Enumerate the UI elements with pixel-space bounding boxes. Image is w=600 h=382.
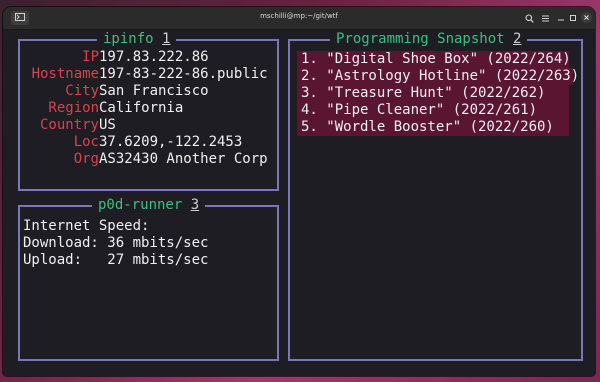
runner-number: 3: [190, 197, 200, 213]
ipinfo-value: 197.83.222.86: [99, 49, 209, 65]
ipinfo-key: Country: [39, 117, 99, 133]
ipinfo-panel: ipinfo 1 IP 197.83.222.86 Hostname 197-83-2…: [18, 31, 279, 191]
snapshot-title: Programming Snapshot: [336, 31, 505, 47]
minimize-button[interactable]: [555, 12, 567, 24]
ipinfo-key: Loc: [73, 134, 99, 150]
close-icon: [584, 15, 589, 20]
search-icon: [524, 13, 534, 23]
ipinfo-key: City: [65, 83, 99, 99]
menu-button[interactable]: [539, 12, 551, 24]
ipinfo-value: 197-83-222-86.public: [99, 66, 268, 82]
snapshot-list: 1. "Digital Shoe Box" (2022/264) 2. "Ast…: [297, 51, 579, 136]
list-item[interactable]: 4. "Pipe Cleaner" (2022/261): [297, 102, 569, 119]
runner-line: Internet Speed:: [23, 218, 150, 234]
hamburger-icon: [541, 15, 549, 21]
list-item[interactable]: 3. "Treasure Hunt" (2022/262): [297, 85, 569, 102]
ipinfo-value: San Francisco: [99, 83, 209, 99]
ipinfo-value: US: [99, 117, 116, 133]
ipinfo-value: California: [99, 100, 184, 116]
snapshot-number: 2: [513, 31, 522, 47]
minimize-icon: [558, 19, 564, 21]
runner-title: p0d-runner: [98, 197, 183, 213]
runner-panel-title: p0d-runner 3: [92, 197, 206, 214]
ipinfo-value: AS32430 Another Corp: [99, 151, 268, 167]
runner-line: Download: 36 mbits/sec: [23, 235, 209, 251]
list-item[interactable]: 2. "Astrology Hotline" (2022/263): [297, 68, 579, 85]
search-button[interactable]: [523, 12, 535, 24]
maximize-icon: [570, 15, 576, 21]
terminal-window: mschilli@mp:~/git/wtf ipinfo 1 IP 197.83…: [3, 7, 595, 376]
ipinfo-title: ipinfo: [103, 31, 154, 47]
ipinfo-value: 37.6209,-122.2453: [99, 134, 243, 150]
ipinfo-key: Hostname: [31, 66, 99, 82]
close-button[interactable]: [581, 12, 592, 23]
runner-line: Upload: 27 mbits/sec: [23, 252, 209, 268]
ipinfo-panel-title: ipinfo 1: [97, 31, 177, 48]
ipinfo-key: IP: [82, 49, 99, 65]
list-item[interactable]: 5. "Wordle Booster" (2022/260): [297, 119, 569, 136]
snapshot-panel: Programming Snapshot 2 1. "Digital Shoe …: [288, 31, 583, 361]
terminal-content: ipinfo 1 IP 197.83.222.86 Hostname 197-83-2…: [3, 30, 595, 376]
ipinfo-key: Org: [73, 151, 99, 167]
ipinfo-key: Region: [48, 100, 99, 116]
snapshot-panel-title: Programming Snapshot 2: [330, 31, 528, 48]
title-bar: mschilli@mp:~/git/wtf: [3, 7, 595, 30]
list-item[interactable]: 1. "Digital Shoe Box" (2022/264): [297, 51, 571, 68]
ipinfo-number: 1: [162, 31, 171, 47]
maximize-button[interactable]: [567, 12, 579, 24]
runner-panel: p0d-runner 3 Internet Speed: Download: 3…: [18, 197, 279, 361]
window-title: mschilli@mp:~/git/wtf: [260, 12, 338, 20]
